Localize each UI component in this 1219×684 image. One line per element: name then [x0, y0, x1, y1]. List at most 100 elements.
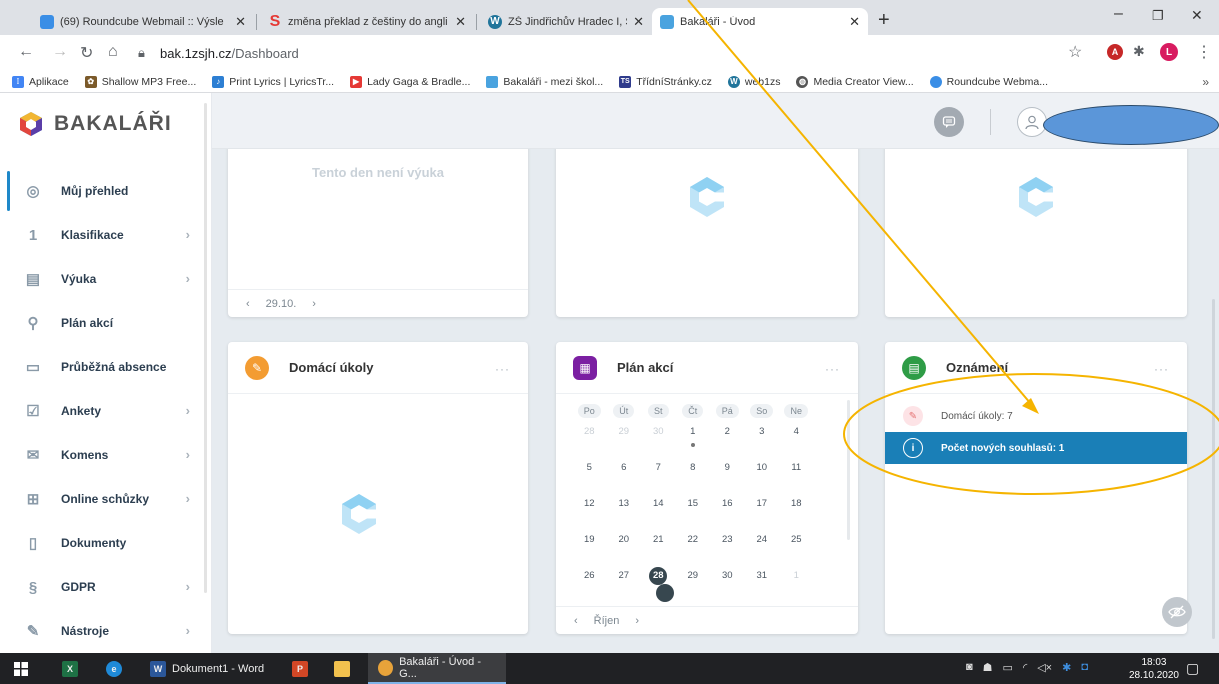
bookmark-roundcube[interactable]: Roundcube Webma... — [929, 75, 1048, 88]
edge-button[interactable]: e — [106, 653, 122, 684]
calendar-scrollbar[interactable] — [847, 400, 850, 540]
browser-tab-school[interactable]: W ZŠ Jindřichův Hradec I, Štítného ✕ — [480, 8, 652, 35]
calendar-day[interactable]: 17 — [745, 494, 780, 509]
calendar-day[interactable]: 13 — [607, 494, 642, 509]
sidebar-item-9[interactable]: § GDPR › — [0, 565, 204, 609]
calendar-day[interactable]: 1 — [779, 566, 814, 581]
close-icon[interactable]: ✕ — [633, 14, 644, 30]
calendar-day[interactable]: 30 — [641, 422, 676, 437]
extensions-puzzle-icon[interactable]: ✱ — [1133, 43, 1145, 60]
card-menu-button[interactable]: ··· — [495, 362, 510, 376]
back-icon[interactable]: ← — [18, 43, 34, 61]
calendar-day[interactable]: 20 — [607, 530, 642, 545]
calendar-day[interactable]: 19 — [572, 530, 607, 545]
bluetooth-icon[interactable]: ✱ — [1062, 661, 1071, 674]
calendar-day[interactable]: 3 — [745, 422, 780, 437]
prev-day-button[interactable]: ‹ — [246, 298, 250, 310]
calendar-day[interactable]: 29 — [607, 422, 642, 437]
calendar-day[interactable]: 10 — [745, 458, 780, 473]
calendar-day[interactable]: 14 — [641, 494, 676, 509]
calendar-day[interactable]: 11 — [779, 458, 814, 473]
chrome-taskbar-button[interactable]: Bakaláři - Úvod - G... — [368, 653, 506, 684]
calendar-day[interactable]: 22 — [676, 530, 711, 545]
calendar-day[interactable]: 12 — [572, 494, 607, 509]
clock[interactable]: 18:03 28.10.2020 — [1129, 656, 1179, 682]
bookmark-apps[interactable]: ⁞ Aplikace — [12, 75, 69, 88]
calendar-day[interactable]: 18 — [779, 494, 814, 509]
card-menu-button[interactable]: ··· — [1154, 362, 1169, 376]
messages-button[interactable] — [934, 107, 964, 137]
bookmarks-overflow-button[interactable]: » — [1202, 75, 1209, 89]
explorer-button[interactable] — [334, 653, 350, 684]
powerpoint-button[interactable]: P — [292, 653, 308, 684]
notifications-icon[interactable]: ▢ — [1186, 653, 1199, 684]
skype-icon[interactable]: ◙ — [966, 661, 973, 674]
brand[interactable]: BAKALÁŘI — [18, 111, 172, 137]
restore-icon[interactable]: ❐ — [1152, 8, 1164, 24]
sidebar-item-10[interactable]: ✎ Nástroje › — [0, 609, 204, 653]
sidebar-item-8[interactable]: ▯ Dokumenty — [0, 521, 204, 565]
bookmark-lyrics[interactable]: ♪ Print Lyrics | LyricsTr... — [212, 75, 334, 88]
calendar-day[interactable]: 5 — [572, 458, 607, 473]
sidebar-item-5[interactable]: ☑ Ankety › — [0, 389, 204, 433]
calendar-day[interactable]: 6 — [607, 458, 642, 473]
excel-button[interactable]: X — [62, 653, 78, 684]
calendar-day[interactable]: 23 — [710, 530, 745, 545]
sidebar-scrollbar[interactable] — [204, 103, 207, 593]
calendar-day[interactable]: 24 — [745, 530, 780, 545]
sidebar-item-0[interactable]: ◎ Můj přehled — [0, 169, 204, 213]
calendar-day[interactable]: 31 — [745, 566, 780, 581]
calendar-day[interactable]: 30 — [710, 566, 745, 581]
bookmark-media-creator[interactable]: ◍ Media Creator View... — [796, 75, 914, 88]
close-icon[interactable]: ✕ — [849, 14, 860, 30]
bookmark-shallow[interactable]: ✿ Shallow MP3 Free... — [84, 75, 196, 88]
calendar-day[interactable]: 21 — [641, 530, 676, 545]
forward-icon[interactable]: → — [52, 43, 68, 61]
sidebar-item-7[interactable]: ⊞ Online schůzky › — [0, 477, 204, 521]
bookmark-star-icon[interactable]: ☆ — [1068, 42, 1082, 62]
sidebar-item-2[interactable]: ▤ Výuka › — [0, 257, 204, 301]
new-tab-button[interactable]: + — [878, 9, 890, 32]
bookmark-web1zs[interactable]: Wweb1zs — [727, 75, 780, 88]
next-day-button[interactable]: › — [312, 298, 316, 310]
close-icon[interactable]: ✕ — [455, 14, 466, 30]
calendar-day[interactable]: 7 — [641, 458, 676, 473]
browser-menu-icon[interactable]: ⋮ — [1196, 42, 1212, 62]
calendar-day-today[interactable]: 28 — [641, 566, 676, 602]
calendar-day[interactable]: 15 — [676, 494, 711, 509]
calendar-day[interactable]: 2 — [710, 422, 745, 437]
calendar-day[interactable]: 28 — [572, 422, 607, 437]
bookmark-tridnistranky[interactable]: TS TřídníStránky.cz — [619, 75, 712, 88]
address-bar[interactable]: 🔒︎ bak.1zsjh.cz/Dashboard — [138, 41, 1198, 65]
security-icon[interactable]: ◘ — [1081, 661, 1088, 674]
profile-avatar-icon[interactable]: L — [1160, 43, 1178, 61]
sidebar-item-3[interactable]: ⚲ Plán akcí — [0, 301, 204, 345]
prev-month-button[interactable]: ‹ — [574, 615, 578, 627]
adblock-extension-icon[interactable]: A — [1107, 44, 1123, 60]
calendar-day[interactable]: 9 — [710, 458, 745, 473]
sidebar-item-6[interactable]: ✉ Komens › — [0, 433, 204, 477]
calendar-day[interactable]: 25 — [779, 530, 814, 545]
browser-tab-translate[interactable]: S změna překlad z češtiny do angli ✕ — [260, 8, 474, 35]
battery-icon[interactable]: ▭ — [1003, 661, 1013, 674]
sidebar-item-4[interactable]: ▭ Průběžná absence — [0, 345, 204, 389]
bookmark-bakalari[interactable]: Bakaláři - mezi škol... — [486, 75, 603, 88]
browser-tab-roundcube[interactable]: (69) Roundcube Webmail :: Výsle ✕ — [32, 8, 254, 35]
wifi-icon[interactable]: ◜ — [1023, 661, 1027, 674]
home-icon[interactable]: ⌂ — [108, 43, 118, 61]
announcement-homework[interactable]: ✎ Domácí úkoly: 7 — [885, 400, 1187, 432]
hide-widgets-button[interactable] — [1162, 597, 1192, 627]
calendar-day[interactable]: 4 — [779, 422, 814, 437]
card-menu-button[interactable]: ··· — [825, 362, 840, 376]
calendar-day[interactable]: 1 — [676, 422, 711, 447]
network-icon[interactable]: ☗ — [983, 661, 993, 674]
volume-icon[interactable]: ◁× — [1037, 661, 1052, 674]
close-window-icon[interactable]: ✕ — [1191, 7, 1203, 24]
sidebar-item-1[interactable]: 1 Klasifikace › — [0, 213, 204, 257]
calendar-day[interactable]: 27 — [607, 566, 642, 581]
next-month-button[interactable]: › — [635, 615, 639, 627]
calendar-day[interactable]: 26 — [572, 566, 607, 581]
word-taskbar-button[interactable]: W Dokument1 - Word — [140, 653, 274, 684]
reload-icon[interactable]: ↻ — [80, 43, 93, 63]
announcement-consents[interactable]: i Počet nových souhlasů: 1 — [885, 432, 1187, 464]
